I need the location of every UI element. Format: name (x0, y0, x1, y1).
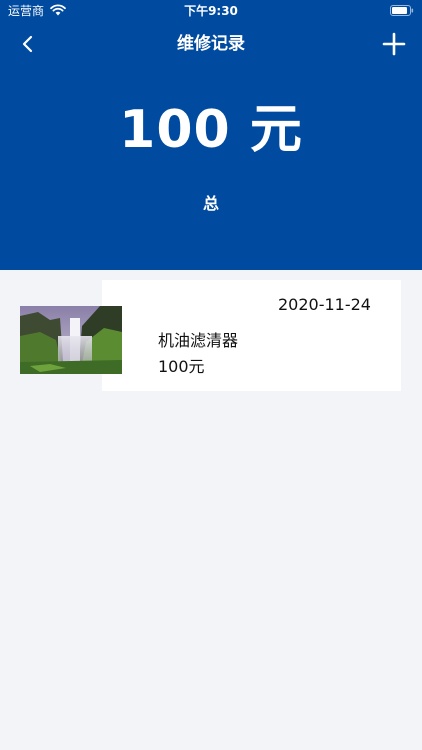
record-thumbnail (20, 306, 122, 374)
record-item-name: 机油滤清器 (158, 331, 239, 350)
navigation-bar: 维修记录 (0, 22, 422, 66)
header-panel: 运营商 下午9:30 维修记录 100 元 总 (0, 0, 422, 270)
total-label: 总 (202, 194, 219, 213)
status-time: 下午9:30 (184, 4, 238, 18)
page-title: 维修记录 (177, 34, 245, 54)
waterfall-photo (20, 306, 122, 374)
total-amount: 100 元 (119, 100, 303, 160)
record-cost: 100元 (158, 357, 205, 376)
maintenance-records-screen: 运营商 下午9:30 维修记录 100 元 总 2020-11-24 机油滤清器… (0, 0, 422, 750)
record-date: 2020-11-24 (278, 295, 371, 314)
plus-icon[interactable] (380, 30, 408, 58)
battery-icon (390, 5, 414, 16)
status-bar: 运营商 下午9:30 (0, 0, 422, 22)
